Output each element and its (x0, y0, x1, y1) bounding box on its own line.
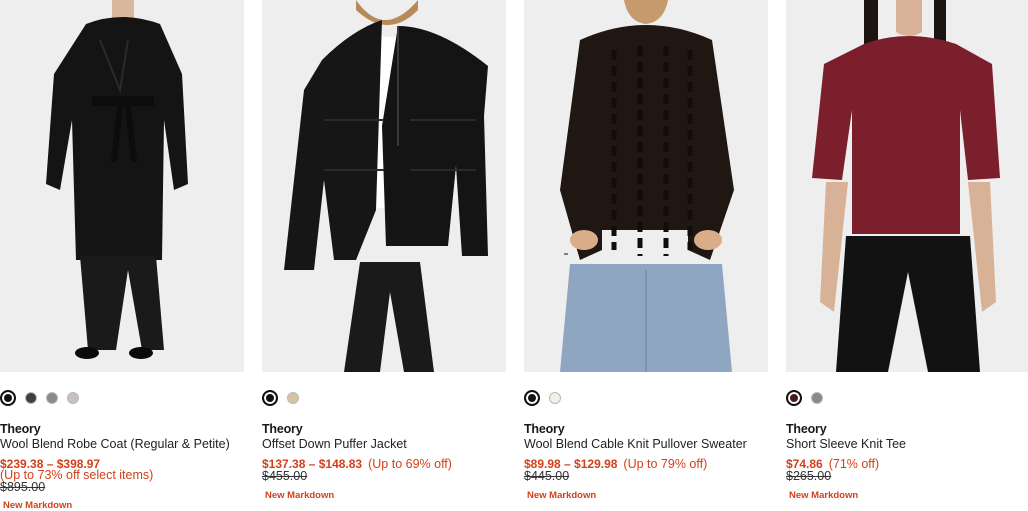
color-swatch-charcoal[interactable] (25, 392, 37, 404)
original-price: $445.00 (524, 469, 570, 483)
product-name-link[interactable]: Offset Down Puffer Jacket (262, 437, 407, 451)
original-price: $265.00 (786, 469, 832, 483)
color-swatch-ivory[interactable] (549, 392, 561, 404)
product-brand: Theory (524, 422, 565, 436)
color-swatches (524, 390, 561, 408)
product-card[interactable]: Theory Wool Blend Cable Knit Pullover Sw… (524, 0, 768, 501)
color-swatch-grey[interactable] (811, 392, 823, 404)
discount-text: (Up to 79% off) (623, 457, 708, 471)
new-markdown-badge: New Markdown (265, 490, 335, 501)
product-photo-coat (0, 0, 244, 372)
color-swatches (262, 390, 299, 408)
product-brand: Theory (0, 422, 41, 436)
color-swatch-camel[interactable] (287, 392, 299, 404)
color-swatch-burgundy[interactable] (786, 390, 802, 406)
original-price: $895.00 (0, 480, 46, 494)
product-name-link[interactable]: Wool Blend Robe Coat (Regular & Petite) (0, 437, 230, 451)
new-markdown-badge: New Markdown (789, 490, 859, 501)
original-price: $455.00 (262, 469, 308, 483)
color-swatch-black[interactable] (0, 390, 16, 406)
discount-text: (71% off) (828, 457, 880, 471)
product-card[interactable]: Theory Short Sleeve Knit Tee $74.86 (71% … (786, 0, 1028, 501)
discount-text: (Up to 69% off) (368, 457, 452, 471)
product-brand: Theory (786, 422, 827, 436)
product-image[interactable] (786, 0, 1028, 372)
product-image[interactable] (0, 0, 244, 372)
color-swatch-black[interactable] (262, 390, 278, 406)
product-name-link[interactable]: Wool Blend Cable Knit Pullover Sweater (524, 437, 747, 451)
product-photo-tee (786, 0, 1028, 372)
color-swatch-grey[interactable] (46, 392, 58, 404)
color-swatches (0, 390, 79, 408)
color-swatch-dark-brown[interactable] (524, 390, 540, 406)
product-image[interactable] (524, 0, 768, 372)
product-card[interactable]: Theory Wool Blend Robe Coat (Regular & P… (0, 0, 244, 511)
product-name-link[interactable]: Short Sleeve Knit Tee (786, 437, 906, 451)
product-brand: Theory (262, 422, 303, 436)
product-photo-puffer (262, 0, 506, 372)
product-image[interactable] (262, 0, 506, 372)
product-card[interactable]: Theory Offset Down Puffer Jacket $137.38… (262, 0, 506, 501)
product-photo-sweater (524, 0, 768, 372)
new-markdown-badge: New Markdown (527, 490, 597, 501)
new-markdown-badge: New Markdown (3, 500, 73, 511)
color-swatch-mauve[interactable] (67, 392, 79, 404)
color-swatches (786, 390, 823, 408)
